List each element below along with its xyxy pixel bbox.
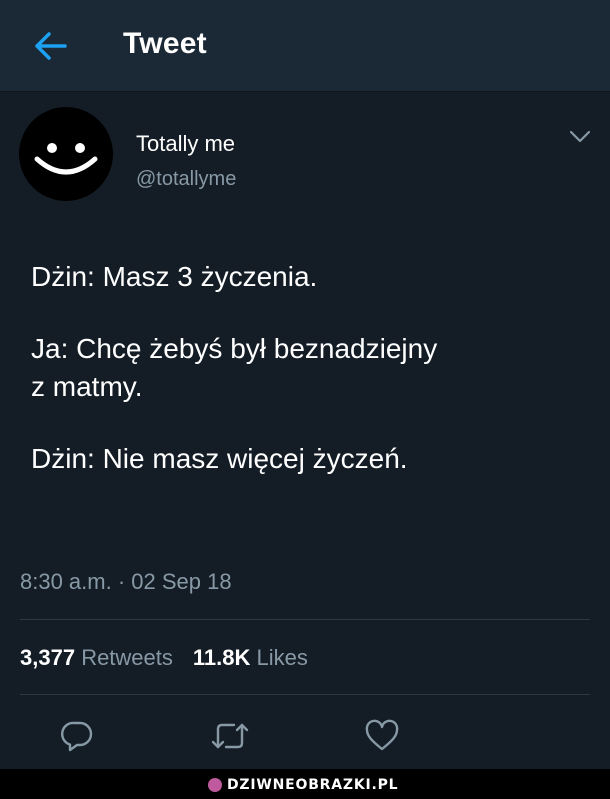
divider bbox=[20, 619, 590, 620]
tweet-screen: Tweet Totally me @totallyme Dżin: Masz 3… bbox=[0, 0, 610, 799]
reply-icon bbox=[61, 721, 93, 752]
like-button[interactable] bbox=[362, 716, 402, 756]
likes-label: Likes bbox=[256, 645, 308, 670]
divider bbox=[20, 694, 590, 695]
retweets-label: Retweets bbox=[81, 645, 173, 670]
retweets-stat[interactable]: 3,377 Retweets bbox=[20, 645, 173, 670]
watermark-logo-icon bbox=[208, 778, 222, 792]
chevron-down-icon bbox=[569, 130, 591, 143]
tweet-line: Dżin: Nie masz więcej życzeń. bbox=[31, 443, 408, 474]
retweet-button[interactable] bbox=[210, 716, 250, 756]
author-name[interactable]: Totally me bbox=[136, 131, 235, 157]
avatar[interactable] bbox=[19, 107, 113, 201]
tweet-stats: 3,377 Retweets 11.8K Likes bbox=[20, 645, 328, 671]
retweet-icon bbox=[211, 723, 249, 749]
site-watermark: DZIWNEOBRAZKI.PL bbox=[208, 776, 398, 794]
tweet-line: Dżin: Masz 3 życzenia. bbox=[31, 261, 318, 292]
tweet-line: Ja: Chcę żebyś był beznadziejny bbox=[31, 333, 438, 364]
back-button[interactable] bbox=[28, 26, 72, 66]
smiley-face-icon bbox=[34, 143, 98, 175]
likes-stat[interactable]: 11.8K Likes bbox=[193, 645, 308, 670]
author-handle[interactable]: @totallyme bbox=[136, 168, 236, 191]
watermark-text: DZIWNEOBRAZKI.PL bbox=[227, 777, 399, 793]
tweet-line: z matmy. bbox=[31, 371, 143, 402]
likes-count: 11.8K bbox=[192, 645, 251, 670]
arrow-left-icon bbox=[35, 32, 67, 60]
tweet-menu-button[interactable] bbox=[566, 126, 594, 148]
top-bar: Tweet bbox=[0, 0, 610, 92]
heart-icon bbox=[365, 719, 399, 751]
page-title: Tweet bbox=[123, 27, 207, 60]
tweet-body: Dżin: Masz 3 życzenia. Ja: Chcę żebyś by… bbox=[31, 258, 571, 478]
reply-button[interactable] bbox=[57, 716, 97, 756]
retweets-count: 3,377 bbox=[20, 645, 76, 670]
tweet-timestamp: 8:30 a.m. · 02 Sep 18 bbox=[20, 569, 232, 594]
